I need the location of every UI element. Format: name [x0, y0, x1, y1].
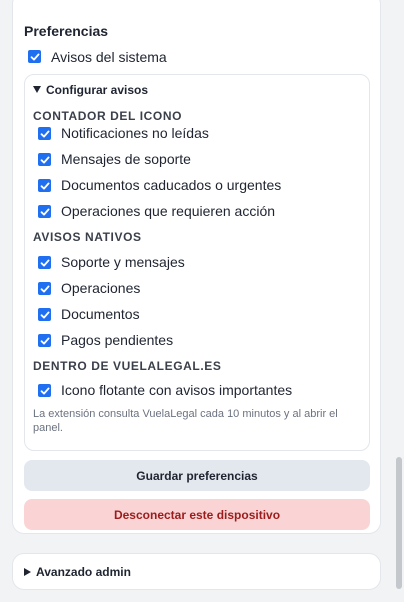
label-operations-action[interactable]: Operaciones que requieren acción [61, 203, 275, 219]
label-expired-documents[interactable]: Documentos caducados o urgentes [61, 177, 281, 193]
check-icon [40, 208, 49, 215]
label-operations[interactable]: Operaciones [61, 280, 140, 296]
checkbox-documents[interactable] [38, 308, 51, 321]
check-icon [40, 311, 49, 318]
configure-alerts-summary-label: Configurar avisos [46, 83, 149, 97]
triangle-down-icon [33, 86, 41, 93]
check-icon [40, 387, 49, 394]
check-icon [40, 337, 49, 344]
label-unread-notifications[interactable]: Notificaciones no leídas [61, 125, 209, 141]
checkbox-unread-notifications[interactable] [38, 127, 51, 140]
check-icon [40, 259, 49, 266]
label-floating-icon[interactable]: Icono flotante con avisos importantes [61, 382, 292, 398]
system-alerts-checkbox[interactable] [28, 50, 41, 63]
section-native-alerts: AVISOS NATIVOS [33, 230, 142, 244]
scrollbar-thumb[interactable] [396, 457, 402, 589]
checkbox-floating-icon[interactable] [38, 384, 51, 397]
check-icon [40, 285, 49, 292]
admin-advanced-details: Avanzado admin [12, 553, 381, 590]
system-alerts-label[interactable]: Avisos del sistema [51, 49, 167, 65]
label-support-and-messages[interactable]: Soporte y mensajes [61, 254, 185, 270]
checkbox-pending-payments[interactable] [38, 334, 51, 347]
admin-advanced-summary[interactable]: Avanzado admin [24, 565, 131, 579]
check-icon [40, 130, 49, 137]
label-support-messages[interactable]: Mensajes de soporte [61, 151, 191, 167]
section-icon-counter: CONTADOR DEL ICONO [33, 109, 183, 123]
save-preferences-button[interactable]: Guardar preferencias [24, 460, 370, 491]
checkbox-expired-documents[interactable] [38, 179, 51, 192]
checkbox-operations[interactable] [38, 282, 51, 295]
triangle-right-icon [24, 568, 31, 576]
label-pending-payments[interactable]: Pagos pendientes [61, 332, 173, 348]
check-icon [40, 156, 49, 163]
checkbox-operations-action[interactable] [38, 205, 51, 218]
preferences-title: Preferencias [24, 23, 109, 39]
polling-note: La extensión consulta VuelaLegal cada 10… [33, 408, 338, 434]
checkbox-support-and-messages[interactable] [38, 256, 51, 269]
check-icon [40, 182, 49, 189]
admin-advanced-summary-label: Avanzado admin [36, 565, 131, 579]
configure-alerts-details: Configurar avisos CONTADOR DEL ICONO Not… [24, 74, 370, 451]
label-documents[interactable]: Documentos [61, 306, 140, 322]
configure-alerts-summary[interactable]: Configurar avisos [33, 83, 148, 97]
preferences-card: Preferencias Avisos del sistema Configur… [12, 0, 381, 534]
check-icon [30, 53, 39, 60]
section-inside-site: DENTRO DE VUELALEGAL.ES [33, 359, 222, 373]
disconnect-device-button[interactable]: Desconectar este dispositivo [24, 499, 370, 530]
checkbox-support-messages[interactable] [38, 153, 51, 166]
